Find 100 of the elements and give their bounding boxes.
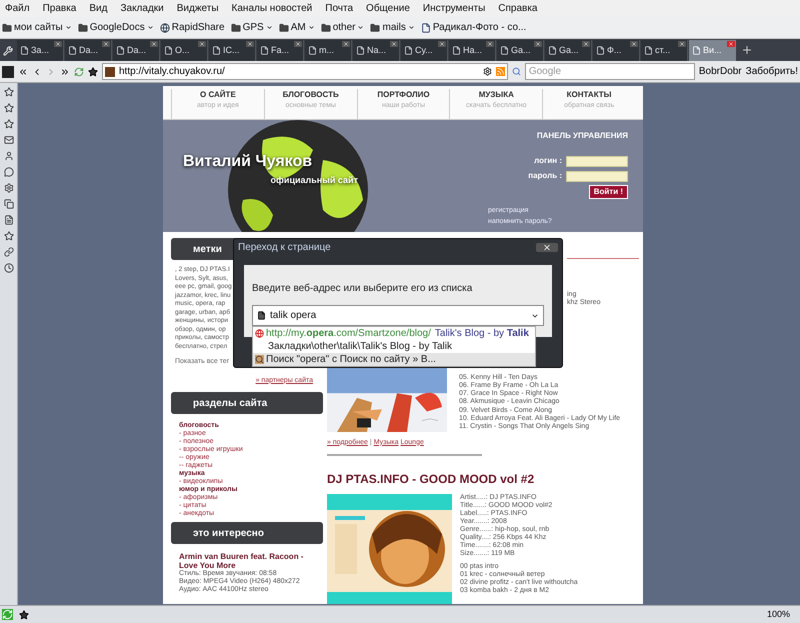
panel-icon[interactable] bbox=[4, 135, 14, 145]
address-field[interactable]: http://vitaly.chuyakov.ru/ bbox=[102, 63, 508, 80]
close-icon[interactable] bbox=[294, 41, 302, 47]
field-label: логин : bbox=[534, 155, 562, 167]
bookmark-item[interactable]: GPS bbox=[230, 20, 273, 35]
close-icon[interactable] bbox=[486, 41, 494, 47]
new-tab-icon[interactable] bbox=[741, 44, 753, 56]
menu-item[interactable]: Каналы новостей bbox=[232, 1, 312, 16]
tab-title: Da... bbox=[79, 44, 98, 57]
tab-title: Ви... bbox=[703, 44, 722, 57]
close-icon[interactable] bbox=[54, 41, 62, 47]
close-icon[interactable] bbox=[390, 41, 398, 47]
toolbar-link[interactable]: Забобрить! bbox=[746, 64, 798, 79]
field-label: пароль : bbox=[528, 170, 562, 182]
panel-icon[interactable] bbox=[4, 263, 14, 273]
bookmark-item[interactable]: GoogleDocs bbox=[78, 20, 154, 35]
close-icon[interactable] bbox=[678, 41, 686, 47]
password-field[interactable] bbox=[566, 170, 628, 182]
panel-icon[interactable] bbox=[4, 247, 14, 257]
panel-icon[interactable] bbox=[4, 87, 14, 97]
toolbar-link[interactable]: BobrDobr bbox=[698, 64, 742, 79]
close-icon[interactable] bbox=[342, 41, 350, 47]
post-title[interactable]: Armin van Buuren feat. Racoon - Love You More bbox=[179, 552, 319, 570]
close-icon[interactable] bbox=[534, 41, 542, 47]
tab[interactable]: Су... bbox=[401, 40, 448, 61]
menu-item[interactable]: Виджеты bbox=[176, 1, 219, 16]
menu-item[interactable]: Вид bbox=[89, 1, 108, 16]
rewind-icon[interactable] bbox=[18, 66, 28, 76]
close-icon[interactable] bbox=[630, 41, 638, 47]
star-icon[interactable] bbox=[19, 610, 29, 620]
zoom-level[interactable]: 100% bbox=[766, 608, 790, 622]
reload-icon[interactable] bbox=[74, 66, 84, 76]
menu-item[interactable]: Справка bbox=[498, 1, 538, 16]
close-icon[interactable] bbox=[536, 242, 558, 252]
star-icon[interactable] bbox=[88, 66, 98, 76]
settings-icon[interactable] bbox=[482, 67, 492, 76]
tab-title: ст... bbox=[655, 44, 670, 57]
suggestion-row[interactable]: http://my.opera.com/Smartzone/blog/ Talik's Blog - by Talik bbox=[253, 327, 535, 340]
page-icon bbox=[308, 46, 317, 55]
tab[interactable]: На... bbox=[449, 40, 496, 61]
tab[interactable]: Ви... bbox=[689, 40, 736, 61]
page-icon bbox=[260, 46, 269, 55]
menu-item[interactable]: Почта bbox=[325, 1, 354, 16]
close-icon[interactable] bbox=[582, 41, 590, 47]
tab[interactable]: Da... bbox=[113, 40, 160, 61]
panel-icon[interactable] bbox=[4, 103, 14, 113]
tab[interactable]: Ga... bbox=[545, 40, 592, 61]
page-icon bbox=[116, 46, 125, 55]
menu-item[interactable]: Общение bbox=[366, 1, 410, 16]
bookmark-item[interactable]: RapidShare bbox=[160, 20, 225, 35]
menu-item[interactable]: Закладки bbox=[120, 1, 164, 16]
close-icon[interactable] bbox=[102, 41, 110, 47]
tab-title: Ga... bbox=[559, 44, 579, 57]
panel-icon[interactable] bbox=[4, 119, 14, 129]
tab[interactable]: За... bbox=[17, 40, 64, 61]
close-icon[interactable] bbox=[150, 41, 158, 47]
page-icon bbox=[420, 22, 431, 32]
bookmark-item[interactable]: Радикал-Фото - со... bbox=[420, 20, 526, 35]
panel-icon[interactable] bbox=[4, 215, 14, 225]
bookmark-item[interactable]: mails bbox=[370, 20, 415, 35]
panel-toggle[interactable] bbox=[2, 66, 14, 78]
panel-icon[interactable] bbox=[4, 151, 14, 161]
tab[interactable]: m... bbox=[305, 40, 352, 61]
site-icon bbox=[105, 66, 115, 76]
close-icon[interactable] bbox=[198, 41, 206, 47]
tab[interactable]: Ga... bbox=[497, 40, 544, 61]
folder-icon bbox=[370, 22, 380, 32]
search-icon bbox=[255, 355, 264, 364]
tab-title: На... bbox=[463, 44, 482, 57]
sync-icon[interactable] bbox=[2, 609, 13, 620]
close-icon[interactable] bbox=[438, 41, 446, 47]
bookmark-item[interactable]: AM bbox=[278, 20, 315, 35]
menu-item[interactable]: Правка bbox=[42, 1, 76, 16]
bookmark-item[interactable]: мои сайты bbox=[2, 20, 72, 35]
tab[interactable]: Fa... bbox=[257, 40, 304, 61]
login-button[interactable]: Войти ! bbox=[588, 185, 628, 199]
tab[interactable]: ст... bbox=[641, 40, 688, 61]
fast-forward-icon[interactable] bbox=[60, 66, 70, 76]
suggestion-row[interactable]: Поиск "opera" с Поиск по сайту » В... bbox=[253, 353, 535, 366]
close-icon[interactable] bbox=[246, 41, 254, 47]
menu-item[interactable]: Файл bbox=[5, 1, 30, 16]
tab[interactable]: IC... bbox=[209, 40, 256, 61]
tab[interactable]: Ф... bbox=[593, 40, 640, 61]
bookmark-item[interactable]: other bbox=[320, 20, 364, 35]
tab[interactable]: Na... bbox=[353, 40, 400, 61]
section-header: это интересно bbox=[171, 522, 323, 544]
folder-icon bbox=[78, 22, 88, 32]
tab[interactable]: O... bbox=[161, 40, 208, 61]
login-field[interactable] bbox=[566, 156, 628, 166]
panel-icon[interactable] bbox=[4, 183, 14, 193]
tab[interactable]: Da... bbox=[65, 40, 112, 61]
search-field[interactable]: Google bbox=[524, 63, 695, 80]
panel-icon[interactable] bbox=[4, 231, 14, 241]
panel-icon[interactable] bbox=[4, 199, 14, 209]
suggestion-row[interactable]: Закладки\other\talik\Talik's Blog - by Talik bbox=[253, 340, 535, 353]
address-combobox[interactable]: talik opera bbox=[252, 305, 544, 326]
menu-item[interactable]: Инструменты bbox=[422, 1, 486, 16]
post-heading[interactable]: DJ PTAS.INFO - GOOD MOOD vol #2 bbox=[327, 470, 534, 488]
panel-icon[interactable] bbox=[4, 167, 14, 177]
folder-icon bbox=[278, 22, 289, 32]
